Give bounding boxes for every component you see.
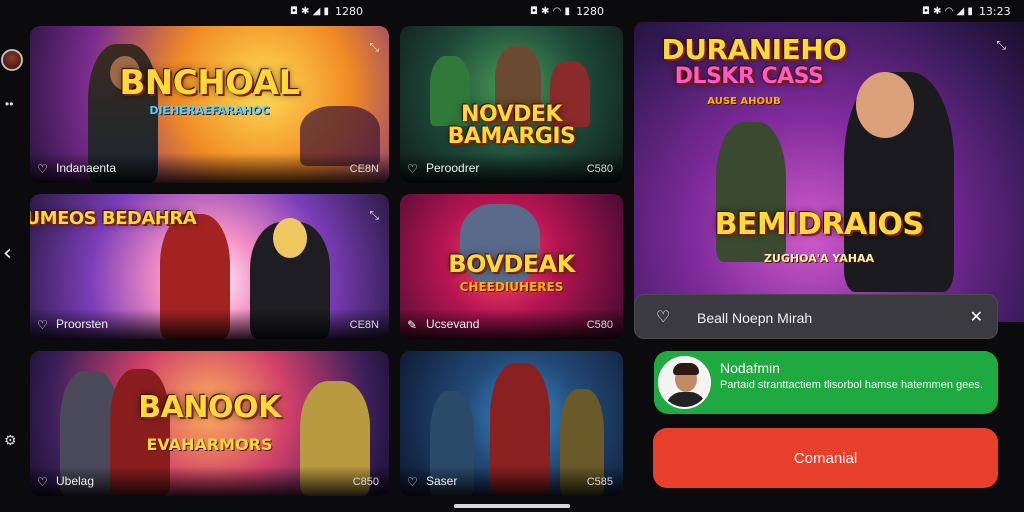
close-icon[interactable]: ✕ — [970, 307, 983, 326]
card-tag: C580 — [586, 163, 613, 175]
status-bar-middle: ◘ ✱ ◠ ▮ 1280 — [530, 0, 604, 22]
primary-action-button[interactable]: Comanial — [653, 428, 998, 488]
rail-avatar[interactable] — [1, 49, 23, 71]
collapse-icon[interactable]: ⤡ — [996, 38, 1006, 53]
game-card[interactable]: BNCHOAL DIEHERAEFARAHOC ⤡ ♡ Indanaenta C… — [30, 26, 389, 183]
card-name: Ubelag — [56, 474, 95, 488]
hero-main-subtitle: ZUGHOA'A YAHAA — [763, 252, 875, 265]
heart-icon[interactable]: ♡ — [37, 162, 48, 176]
side-rail: •• ‹ ⚙ — [0, 40, 26, 480]
card-subtitle: CHEEDIUHERES — [459, 280, 564, 294]
card-name: Saser — [426, 474, 458, 488]
game-card[interactable]: BOVDEAK CHEEDIUHERES ✎ Ucsevand C580 — [400, 194, 623, 339]
card-title: PUMEOS BEDAHRA — [30, 208, 197, 229]
back-arrow-icon[interactable]: ‹ — [3, 241, 12, 266]
hero-main-title: BEMIDRAIOS — [714, 207, 924, 242]
card-tag: CE8N — [349, 319, 379, 331]
avatar — [658, 356, 711, 409]
heart-icon[interactable]: ♡ — [407, 475, 418, 489]
status-bar-left: ◘ ✱ ◢ ▮ 1280 — [290, 0, 363, 22]
status-time: 13:23 — [978, 4, 1011, 18]
status-icons: ◘ ✱ ◠ ▮ — [530, 5, 571, 17]
card-title: BNCHOAL — [119, 63, 300, 103]
game-card[interactable]: ♡ Saser C585 — [400, 351, 623, 496]
status-icons: ◘ ✱ ◢ ▮ — [290, 5, 330, 17]
card-subtitle: DIEHERAEFARAHOC — [149, 104, 270, 117]
collapse-icon[interactable]: ⤡ — [369, 40, 379, 55]
game-card[interactable]: BANOOK EVAHARMORS ♡ Ubelag C850 — [30, 351, 389, 496]
featured-hero[interactable]: DURANIEHO DLSKR CASS AUSE AHOUB BEMIDRAI… — [634, 22, 1024, 322]
card-tag: CE8N — [349, 163, 379, 175]
card-title: NOVDEK BAMARGIS — [447, 102, 576, 149]
status-icons: ◘ ✱ ◠ ◢ ▮ — [922, 5, 973, 17]
settings-icon[interactable]: ⚙ — [4, 432, 17, 449]
heart-icon[interactable]: ♡ — [37, 475, 48, 489]
status-bar-right: ◘ ✱ ◠ ◢ ▮ 13:23 — [922, 0, 1011, 22]
hero-title-top: DURANIEHO — [661, 33, 847, 66]
status-time: 1280 — [576, 4, 605, 18]
card-title: BANOOK — [138, 390, 281, 425]
heart-badge-icon: ♡ — [656, 307, 671, 326]
card-subtitle: EVAHARMORS — [146, 435, 273, 454]
heart-icon[interactable]: ♡ — [37, 318, 48, 332]
card-tag: C850 — [352, 476, 379, 488]
game-card[interactable]: PUMEOS BEDAHRA ⤡ ♡ Proorsten CE8N — [30, 194, 389, 339]
hero-title-mid: DLSKR CASS — [674, 64, 824, 89]
info-bar[interactable]: ♡ Beall Noepn Mirah ✕ — [634, 294, 998, 339]
card-tag: C580 — [586, 319, 613, 331]
home-indicator[interactable] — [454, 504, 570, 508]
info-bar-label: Beall Noepn Mirah — [697, 310, 813, 326]
card-title: BOVDEAK — [448, 250, 575, 278]
status-time: 1280 — [335, 4, 364, 18]
heart-icon[interactable]: ♡ — [407, 162, 418, 176]
more-dots-icon[interactable]: •• — [5, 97, 13, 111]
edit-icon[interactable]: ✎ — [407, 318, 417, 332]
game-card[interactable]: NOVDEK BAMARGIS ♡ Peroodrer C580 — [400, 26, 623, 183]
card-name: Ucsevand — [426, 317, 480, 331]
profile-description: Partaid stranttactiem tlisorbol hamse ha… — [720, 379, 983, 391]
card-tag: C585 — [586, 476, 613, 488]
card-name: Peroodrer — [426, 161, 480, 175]
profile-name: Nodafmin — [720, 360, 780, 376]
card-name: Indanaenta — [56, 161, 117, 175]
card-name: Proorsten — [56, 317, 109, 331]
hero-caption: AUSE AHOUB — [707, 96, 781, 107]
collapse-icon[interactable]: ⤡ — [369, 208, 379, 223]
profile-card[interactable]: Nodafmin Partaid stranttactiem tlisorbol… — [654, 351, 998, 414]
